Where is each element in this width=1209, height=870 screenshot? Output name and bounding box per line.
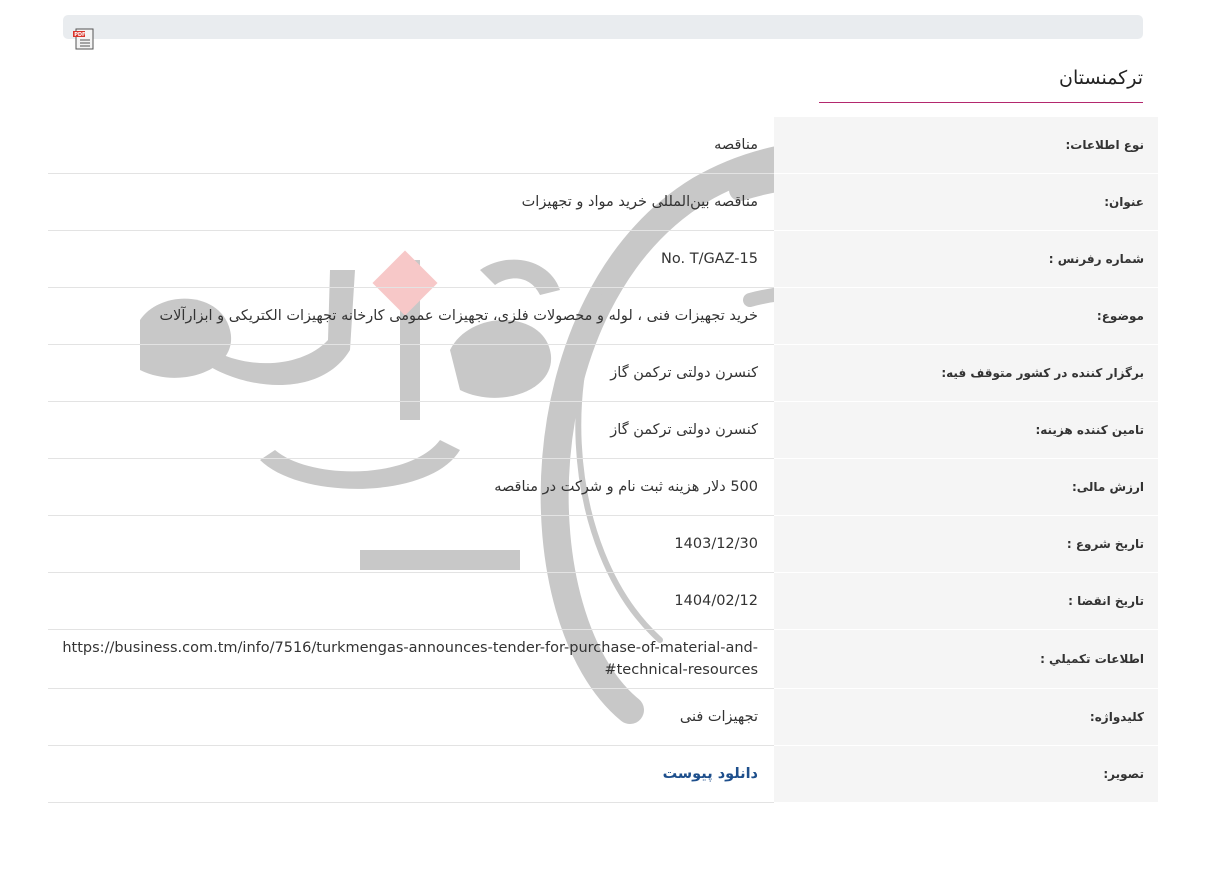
pdf-file-icon[interactable]: PDF <box>73 28 97 50</box>
tender-info-table: نوع اطلاعات: مناقصه عنوان: مناقصه بین‌ال… <box>48 116 1158 803</box>
row-label: ارزش مالی: <box>774 458 1158 516</box>
row-label: تصویر: <box>774 745 1158 803</box>
row-label: تاریخ انقضا : <box>774 572 1158 630</box>
row-value: تجهیزات فنی <box>679 709 758 725</box>
row-label: تامین کننده هزینه: <box>774 401 1158 459</box>
svg-text:PDF: PDF <box>74 32 85 38</box>
row-value: No. T/GAZ-15 <box>661 251 758 267</box>
url-line-1[interactable]: -https://business.com.tm/info/7516/turkm… <box>48 637 758 659</box>
row-label: اطلاعات تکميلي : <box>774 629 1158 689</box>
table-row: تامین کننده هزینه: کنسرن دولتی ترکمن گاز <box>48 401 1158 459</box>
row-value: 1404/02/12 <box>674 593 758 609</box>
row-label: تاریخ شروع : <box>774 515 1158 573</box>
table-row: شماره رفرنس : No. T/GAZ-15 <box>48 230 1158 288</box>
table-row: تاریخ انقضا : 1404/02/12 <box>48 572 1158 630</box>
table-row: تصویر: دانلود پیوست <box>48 745 1158 803</box>
row-value: کنسرن دولتی ترکمن گاز <box>610 422 758 438</box>
url-line-2[interactable]: technical-resources# <box>48 659 758 681</box>
table-row: برگزار کننده در کشور متوقف فیه: کنسرن دو… <box>48 344 1158 402</box>
row-value: دانلود پیوست <box>48 746 774 803</box>
row-label: شماره رفرنس : <box>774 230 1158 288</box>
table-row: اطلاعات تکميلي : -https://business.com.t… <box>48 629 1158 689</box>
row-value: مناقصه بین‌المللی خرید مواد و تجهیزات <box>521 194 758 210</box>
page-title: ترکمنستان <box>819 62 1143 103</box>
row-label: کلیدواژه: <box>774 688 1158 746</box>
table-row: ارزش مالی: 500 دلار هزینه ثبت نام و شرکت… <box>48 458 1158 516</box>
row-value: کنسرن دولتی ترکمن گاز <box>610 365 758 381</box>
row-label: برگزار کننده در کشور متوقف فیه: <box>774 344 1158 402</box>
row-value: مناقصه <box>714 136 758 153</box>
download-attachment-link[interactable]: دانلود پیوست <box>663 766 758 782</box>
row-label: عنوان: <box>774 173 1158 231</box>
row-value: 1403/12/30 <box>674 536 758 552</box>
table-row: کلیدواژه: تجهیزات فنی <box>48 688 1158 746</box>
table-row: نوع اطلاعات: مناقصه <box>48 116 1158 174</box>
row-value-url[interactable]: -https://business.com.tm/info/7516/turkm… <box>48 630 774 689</box>
table-row: عنوان: مناقصه بین‌المللی خرید مواد و تجه… <box>48 173 1158 231</box>
row-value: 500 دلار هزینه ثبت نام و شرکت در مناقصه <box>494 479 758 495</box>
row-label: موضوع: <box>774 287 1158 345</box>
table-row: موضوع: خرید تجهیزات فنی ، لوله و محصولات… <box>48 287 1158 345</box>
row-value: خرید تجهیزات فنی ، لوله و محصولات فلزی، … <box>159 308 759 324</box>
row-label: نوع اطلاعات: <box>774 116 1158 174</box>
table-row: تاریخ شروع : 1403/12/30 <box>48 515 1158 573</box>
top-bar <box>63 15 1143 39</box>
